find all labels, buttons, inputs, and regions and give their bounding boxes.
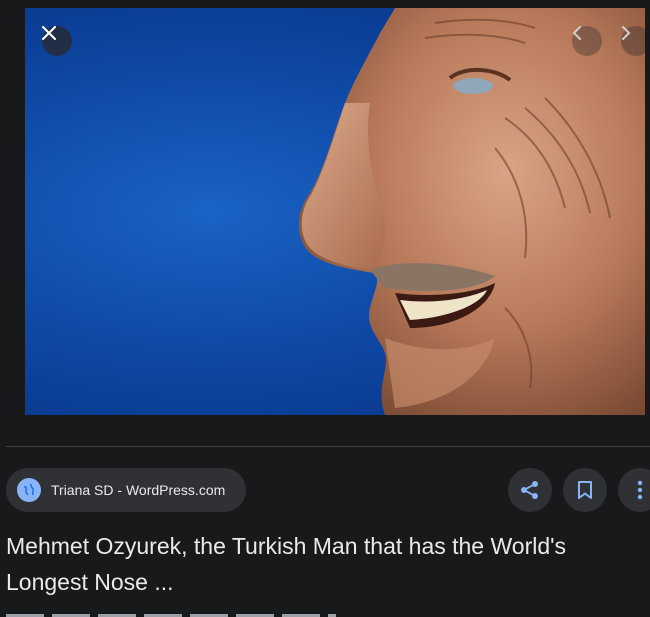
result-title-link[interactable]: Mehmet Ozyurek, the Turkish Man that has… [6, 528, 626, 600]
portrait-illustration [298, 8, 645, 415]
close-icon [42, 26, 56, 40]
globe-icon [17, 478, 41, 502]
source-chip[interactable]: Triana SD - WordPress.com [6, 468, 246, 512]
close-button[interactable] [42, 26, 72, 56]
more-vert-icon [637, 480, 643, 500]
save-button[interactable] [563, 468, 607, 512]
source-label: Triana SD - WordPress.com [51, 482, 226, 498]
preview-image[interactable] [25, 8, 645, 415]
share-icon [521, 481, 538, 499]
next-image-button[interactable] [621, 26, 645, 56]
chevron-left-icon [572, 26, 581, 40]
share-button[interactable] [508, 468, 552, 512]
divider [6, 446, 650, 447]
more-options-button[interactable] [618, 468, 650, 512]
truncated-text-row [6, 611, 336, 617]
previous-image-button[interactable] [572, 26, 602, 56]
chevron-right-icon [622, 26, 631, 40]
bookmark-icon [578, 481, 592, 499]
eye-shape [453, 78, 493, 94]
